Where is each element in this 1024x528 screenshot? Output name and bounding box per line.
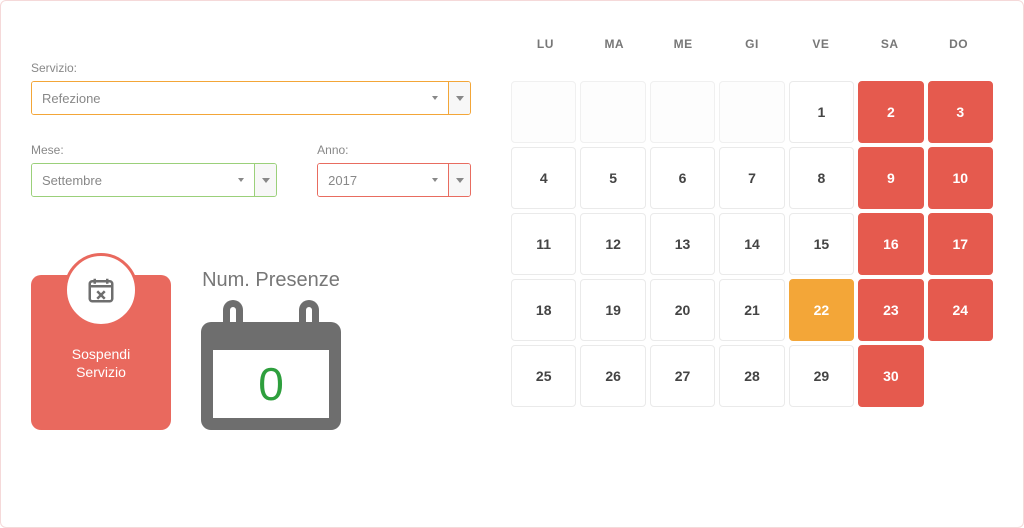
calendar-day[interactable]: 25	[511, 345, 576, 407]
mese-label: Mese:	[31, 143, 277, 157]
calendar-day[interactable]: 18	[511, 279, 576, 341]
weekday-label: VE	[786, 31, 855, 57]
calendar-body-icon: 0	[201, 322, 341, 430]
caret-down-icon	[432, 96, 438, 100]
servizio-value-text: Refezione	[42, 91, 101, 106]
calendar-day[interactable]: 26	[580, 345, 645, 407]
weekday-label: SA	[855, 31, 924, 57]
calendar-day[interactable]: 3	[928, 81, 993, 143]
calendar-day[interactable]: 24	[928, 279, 993, 341]
presenze-label: Num. Presenze	[201, 269, 341, 292]
presenze-widget: Num. Presenze 0	[201, 269, 341, 430]
weekday-label: LU	[511, 31, 580, 57]
bottom-row: Sospendi Servizio Num. Presenze 0	[31, 255, 471, 430]
anno-label: Anno:	[317, 143, 471, 157]
suspend-label-line2: Servizio	[31, 363, 171, 381]
presenze-value: 0	[258, 357, 284, 411]
calendar-day[interactable]: 19	[580, 279, 645, 341]
calendar-day[interactable]: 4	[511, 147, 576, 209]
calendar-day[interactable]: 23	[858, 279, 923, 341]
calendar-day[interactable]: 28	[719, 345, 784, 407]
calendar-count-icon: 0	[201, 300, 341, 430]
calendar-day[interactable]: 27	[650, 345, 715, 407]
servizio-value: Refezione	[32, 82, 448, 114]
anno-value: 2017	[318, 164, 448, 196]
calendar-day[interactable]: 13	[650, 213, 715, 275]
calendar-day[interactable]: 30	[858, 345, 923, 407]
calendar-day[interactable]: 1	[789, 81, 854, 143]
calendar-day[interactable]: 20	[650, 279, 715, 341]
calendar-day[interactable]: 5	[580, 147, 645, 209]
calendar-day[interactable]: 17	[928, 213, 993, 275]
mese-select[interactable]: Settembre	[31, 163, 277, 197]
calendar-day-empty	[719, 81, 784, 143]
mese-group: Mese: Settembre	[31, 143, 277, 197]
calendar-day[interactable]: 7	[719, 147, 784, 209]
chevron-down-icon	[262, 178, 270, 183]
calendar-grid: 1234567891011121314151617181920212223242…	[511, 81, 993, 407]
chevron-down-icon	[456, 178, 464, 183]
anno-select[interactable]: 2017	[317, 163, 471, 197]
suspend-service-button[interactable]: Sospendi Servizio	[31, 275, 171, 430]
calendar-day[interactable]: 11	[511, 213, 576, 275]
caret-down-icon	[238, 178, 244, 182]
main-panel: Servizio: Refezione Mese: Settembre	[0, 0, 1024, 528]
calendar-day[interactable]: 16	[858, 213, 923, 275]
calendar-day-empty	[650, 81, 715, 143]
weekday-label: MA	[580, 31, 649, 57]
suspend-icon-circle	[64, 253, 138, 327]
calendar-day[interactable]: 22	[789, 279, 854, 341]
calendar: LUMAMEGIVESADO 1234567891011121314151617…	[511, 31, 993, 407]
calendar-head: LUMAMEGIVESADO	[511, 31, 993, 57]
servizio-group: Servizio: Refezione	[31, 61, 471, 115]
mese-dropdown-button[interactable]	[254, 164, 276, 196]
servizio-dropdown-button[interactable]	[448, 82, 470, 114]
caret-down-icon	[432, 178, 438, 182]
calendar-day[interactable]: 9	[858, 147, 923, 209]
calendar-day[interactable]: 6	[650, 147, 715, 209]
calendar-cancel-icon	[86, 275, 116, 305]
calendar-day[interactable]: 21	[719, 279, 784, 341]
mese-value: Settembre	[32, 164, 254, 196]
month-year-row: Mese: Settembre Anno: 2017	[31, 143, 471, 225]
calendar-day[interactable]: 2	[858, 81, 923, 143]
weekday-label: ME	[649, 31, 718, 57]
calendar-day[interactable]: 12	[580, 213, 645, 275]
calendar-day[interactable]: 8	[789, 147, 854, 209]
anno-dropdown-button[interactable]	[448, 164, 470, 196]
weekday-label: GI	[718, 31, 787, 57]
right-column: LUMAMEGIVESADO 1234567891011121314151617…	[511, 31, 993, 497]
calendar-day[interactable]: 29	[789, 345, 854, 407]
servizio-label: Servizio:	[31, 61, 471, 75]
calendar-day[interactable]: 14	[719, 213, 784, 275]
calendar-day-empty	[511, 81, 576, 143]
suspend-label-line1: Sospendi	[31, 345, 171, 363]
calendar-day-empty	[580, 81, 645, 143]
weekday-label: DO	[924, 31, 993, 57]
chevron-down-icon	[456, 96, 464, 101]
calendar-day[interactable]: 15	[789, 213, 854, 275]
mese-value-text: Settembre	[42, 173, 102, 188]
anno-value-text: 2017	[328, 173, 357, 188]
servizio-select[interactable]: Refezione	[31, 81, 471, 115]
left-column: Servizio: Refezione Mese: Settembre	[31, 31, 471, 497]
anno-group: Anno: 2017	[317, 143, 471, 197]
calendar-day[interactable]: 10	[928, 147, 993, 209]
